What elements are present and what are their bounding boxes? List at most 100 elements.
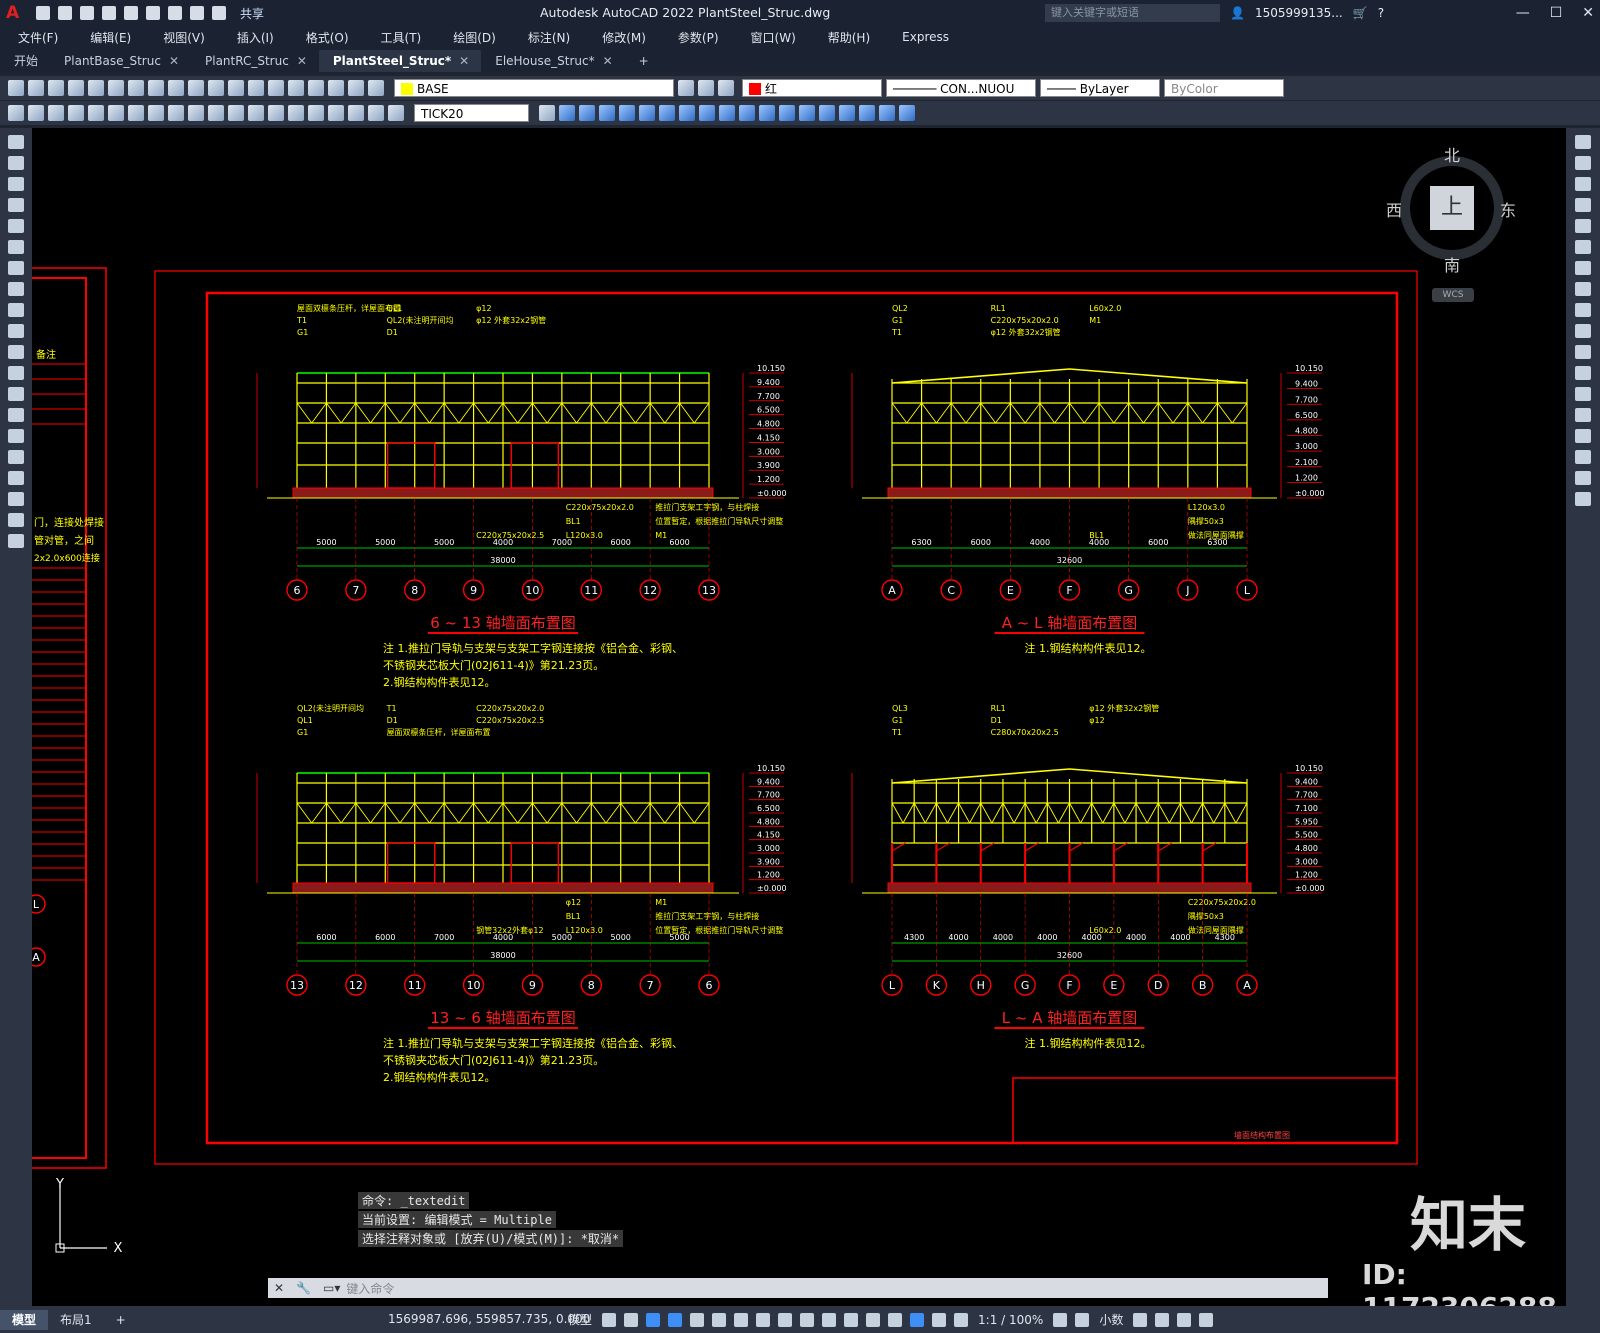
osnap-icon[interactable]	[734, 1312, 749, 1327]
model-space-toggle[interactable]: 模型	[568, 1311, 592, 1328]
pan-icon[interactable]	[228, 80, 244, 96]
design-center-icon[interactable]	[288, 80, 304, 96]
wcs-menu[interactable]: WCS	[1432, 288, 1474, 302]
ellipse-icon[interactable]	[8, 324, 24, 338]
jog-line-icon[interactable]	[328, 105, 344, 121]
customization-icon[interactable]	[1199, 1312, 1214, 1327]
3d-osnap-icon[interactable]	[822, 1312, 837, 1327]
file-tab[interactable]: PlantRC_Struc ✕	[191, 50, 319, 72]
ellipse-arc-icon[interactable]	[8, 345, 24, 359]
insert-block-icon[interactable]	[8, 366, 24, 380]
region-icon[interactable]	[8, 471, 24, 485]
dim-update-icon[interactable]	[388, 105, 404, 121]
coordinate-readout[interactable]: 1569987.696, 559857.735, 0.000	[388, 1306, 590, 1333]
quick-properties-icon[interactable]	[1133, 1312, 1148, 1327]
calculator-icon[interactable]	[328, 80, 344, 96]
layer-state-icon[interactable]	[718, 80, 734, 96]
radius-icon[interactable]	[88, 105, 104, 121]
copy-icon[interactable]	[148, 80, 164, 96]
wipeout-icon[interactable]	[819, 105, 835, 121]
chamfer-icon[interactable]	[1575, 429, 1591, 443]
join-icon[interactable]	[1575, 408, 1591, 422]
close-tab-icon[interactable]: ✕	[297, 50, 307, 72]
plotstyle-dropdown[interactable]: ByColor	[1164, 79, 1284, 97]
snap-icon[interactable]	[624, 1312, 639, 1327]
polyline-icon[interactable]	[8, 177, 24, 191]
gizmo-icon[interactable]	[888, 1312, 903, 1327]
cart-icon[interactable]: 🛒	[1353, 0, 1368, 26]
diameter-icon[interactable]	[128, 105, 144, 121]
new-tab-button[interactable]: +	[625, 50, 661, 72]
aligned-dim-icon[interactable]	[28, 105, 44, 121]
erase-icon[interactable]	[1575, 135, 1591, 149]
menu-item[interactable]: 文件(F)	[18, 29, 58, 46]
auto-scale-icon[interactable]	[932, 1312, 947, 1327]
text-icon[interactable]	[899, 105, 915, 121]
dim-edit-icon[interactable]	[348, 105, 364, 121]
table-icon[interactable]	[859, 105, 875, 121]
inspect-icon[interactable]	[308, 105, 324, 121]
selection-filter-icon[interactable]	[866, 1312, 881, 1327]
line-icon[interactable]	[8, 135, 24, 149]
close-tab-icon[interactable]: ✕	[603, 50, 613, 72]
grid-icon[interactable]	[602, 1312, 617, 1327]
compass-east[interactable]: 东	[1500, 197, 1516, 221]
add-layout-icon[interactable]: +	[104, 1310, 138, 1330]
redo-icon[interactable]	[212, 6, 226, 20]
block-insert-icon[interactable]	[559, 105, 575, 121]
layer-previous-icon[interactable]	[698, 80, 714, 96]
open-web-icon[interactable]	[124, 6, 138, 20]
mtext-icon[interactable]	[8, 513, 24, 527]
new-icon[interactable]	[8, 80, 24, 96]
circle-icon[interactable]	[8, 261, 24, 275]
point-icon[interactable]	[8, 408, 24, 422]
add-selected-icon[interactable]	[8, 534, 24, 548]
menu-item[interactable]: 参数(P)	[678, 29, 719, 46]
print-icon[interactable]	[68, 80, 84, 96]
undo-icon[interactable]	[188, 80, 204, 96]
linear-dim-icon[interactable]	[8, 105, 24, 121]
menu-item[interactable]: Express	[902, 30, 949, 44]
save-icon[interactable]	[80, 6, 94, 20]
cut-icon[interactable]	[128, 80, 144, 96]
layer-manager-icon[interactable]	[368, 80, 384, 96]
baseline-icon[interactable]	[188, 105, 204, 121]
annotation-scale-icon[interactable]	[954, 1312, 969, 1327]
linetype-dropdown[interactable]: ────── CON...NUOU	[886, 79, 1036, 97]
help-icon[interactable]: ?	[1378, 0, 1384, 26]
ortho-icon[interactable]	[646, 1312, 661, 1327]
dynamic-ucs-icon[interactable]	[844, 1312, 859, 1327]
arc-icon[interactable]	[8, 240, 24, 254]
break-icon[interactable]	[248, 105, 264, 121]
command-input[interactable]: 键入命令	[346, 1280, 394, 1297]
file-tab[interactable]: 开始	[0, 50, 50, 72]
transparency-icon[interactable]	[778, 1312, 793, 1327]
menu-item[interactable]: 插入(I)	[237, 29, 274, 46]
offset-icon[interactable]	[1575, 198, 1591, 212]
mirror-icon[interactable]	[1575, 177, 1591, 191]
open-file-icon[interactable]	[58, 6, 72, 20]
isolate-objects-icon[interactable]	[1155, 1312, 1170, 1327]
jogged-icon[interactable]	[108, 105, 124, 121]
array-icon[interactable]	[1575, 219, 1591, 233]
menu-item[interactable]: 编辑(E)	[90, 29, 131, 46]
plot-icon[interactable]	[168, 6, 182, 20]
recent-commands-icon[interactable]: ▭▾	[317, 1281, 346, 1295]
properties-icon[interactable]	[268, 80, 284, 96]
compass-south[interactable]: 南	[1444, 252, 1460, 276]
menu-item[interactable]: 修改(M)	[602, 29, 646, 46]
menu-item[interactable]: 窗口(W)	[751, 29, 796, 46]
gradient-icon[interactable]	[8, 450, 24, 464]
customize-icon[interactable]: 🔧	[290, 1281, 317, 1295]
block-write-icon[interactable]	[599, 105, 615, 121]
center-mark-icon[interactable]	[288, 105, 304, 121]
scale-icon[interactable]	[1575, 282, 1591, 296]
close-command-icon[interactable]: ✕	[268, 1281, 290, 1295]
polygon-icon[interactable]	[8, 198, 24, 212]
tab-layout1[interactable]: 布局1	[48, 1310, 104, 1330]
file-tab[interactable]: PlantBase_Struc ✕	[50, 50, 191, 72]
clip-icon[interactable]	[679, 105, 695, 121]
polar-icon[interactable]	[668, 1312, 683, 1327]
menu-item[interactable]: 标注(N)	[528, 29, 570, 46]
annotation-scale-value[interactable]: 1:1 / 100%	[978, 1313, 1043, 1327]
